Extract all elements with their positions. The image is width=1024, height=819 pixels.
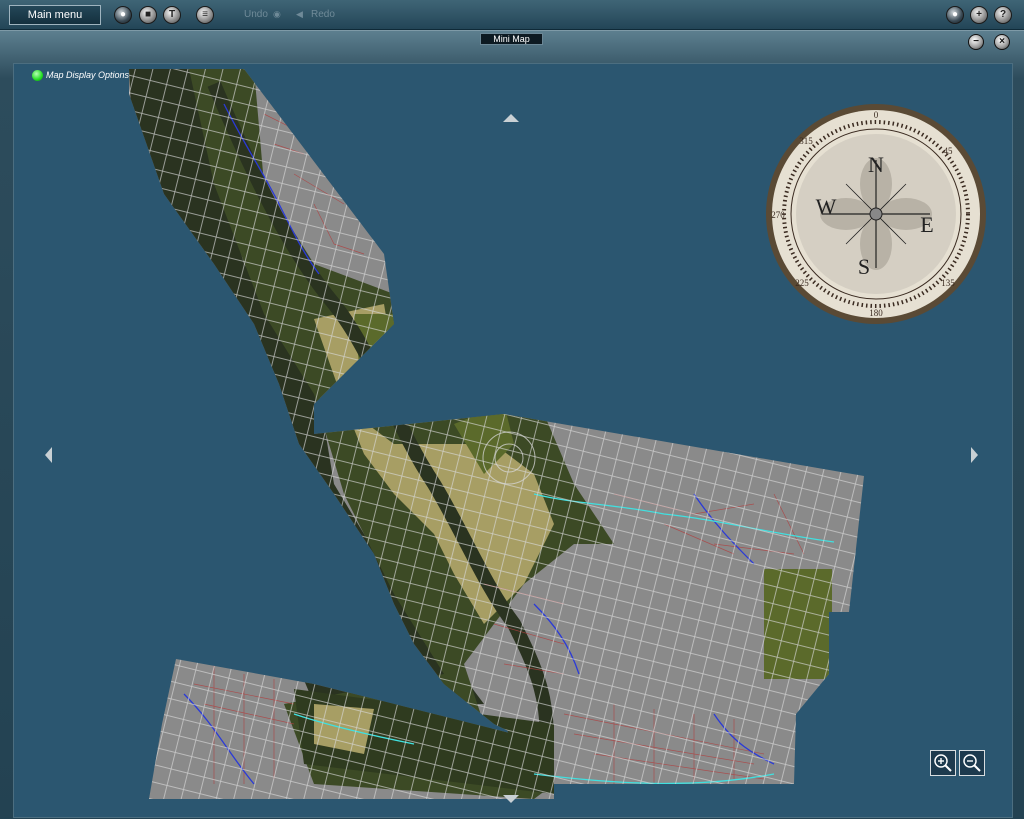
scroll-up-arrow[interactable] <box>503 114 519 122</box>
close-button[interactable]: × <box>994 34 1010 50</box>
map-display-options-label[interactable]: Map Display Options <box>46 70 129 80</box>
undo-button[interactable]: Undo <box>244 9 268 20</box>
compass-degree-135: 135 <box>941 278 955 288</box>
mini-map-window: Mini Map − × Map Display Options N E S W… <box>0 30 1024 819</box>
window-title: Mini Map <box>480 33 543 45</box>
sphere-icon[interactable]: ● <box>946 6 964 24</box>
minimize-button[interactable]: − <box>968 34 984 50</box>
compass-degree-0: 0 <box>874 110 879 120</box>
layers-icon[interactable]: ≡ <box>196 6 214 24</box>
redo-icon: ◀ <box>296 9 303 19</box>
stop-icon[interactable]: ■ <box>139 6 157 24</box>
help-icon[interactable]: ? <box>994 6 1012 24</box>
scroll-right-arrow[interactable] <box>971 447 978 463</box>
map-viewport[interactable]: Map Display Options N E S W 0 45 135 180… <box>13 63 1013 818</box>
undo-icon: ◉ <box>273 9 281 19</box>
compass-icon: N E S W 0 45 135 180 225 270 315 <box>766 104 986 324</box>
compass-degree-180: 180 <box>869 308 883 318</box>
compass-degree-45: 45 <box>944 146 954 156</box>
compass-degree-225: 225 <box>795 278 809 288</box>
compass-letter-e: E <box>920 212 933 237</box>
redo-button[interactable]: Redo <box>311 9 335 20</box>
scroll-left-arrow[interactable] <box>45 447 52 463</box>
zoom-out-button[interactable] <box>959 750 985 776</box>
zoom-out-icon <box>963 754 981 772</box>
main-menu-button[interactable]: Main menu <box>9 5 101 25</box>
compass-degree-270: 270 <box>771 210 785 220</box>
add-icon[interactable]: + <box>970 6 988 24</box>
globe-icon[interactable]: ● <box>114 6 132 24</box>
compass-letter-n: N <box>868 152 884 177</box>
zoom-in-icon <box>934 754 952 772</box>
compass-letter-w: W <box>816 194 837 219</box>
map-display-options-toggle-icon[interactable] <box>32 70 43 81</box>
tools-icon[interactable]: T <box>163 6 181 24</box>
compass-letter-s: S <box>858 254 870 279</box>
top-toolbar: Main menu ● ■ T ≡ Undo ◉ ◀ Redo ● + ? <box>0 0 1024 30</box>
compass-degree-315: 315 <box>799 136 813 146</box>
scroll-down-arrow[interactable] <box>503 795 519 803</box>
zoom-in-button[interactable] <box>930 750 956 776</box>
